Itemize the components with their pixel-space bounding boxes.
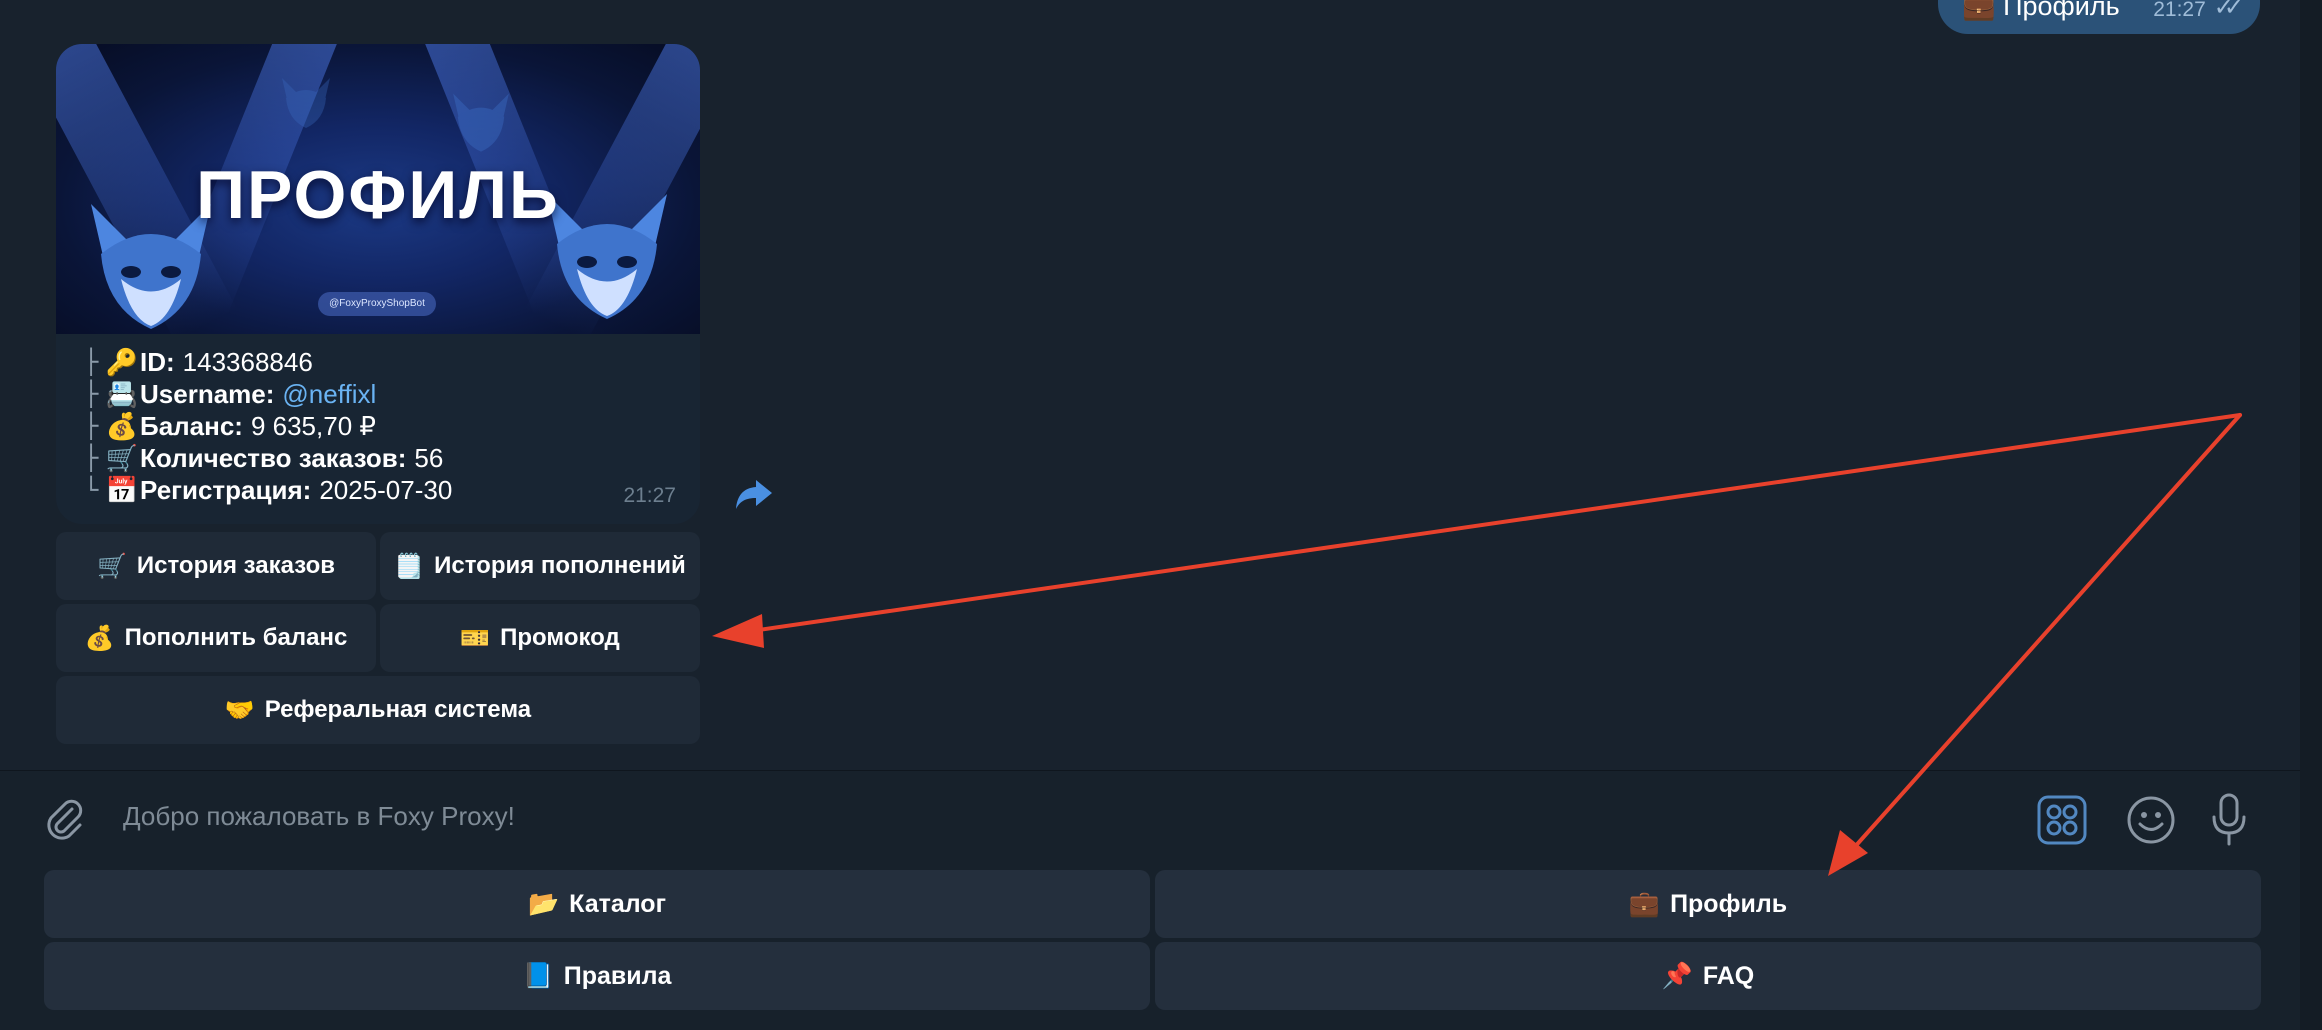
referral-system-button[interactable]: 🤝 Реферальная система — [56, 676, 700, 744]
info-value: 56 — [414, 442, 444, 473]
order-history-button[interactable]: 🛒 История заказов — [56, 532, 376, 600]
info-row-orders: ├ 🛒 Количество заказов: 56 — [84, 442, 684, 474]
outgoing-message-time: 21:27 — [2153, 0, 2206, 21]
promo-code-button[interactable]: 🎫 Промокод — [380, 604, 700, 672]
outgoing-message-text: 💼 Профиль — [1962, 0, 2120, 21]
microphone-icon[interactable] — [2209, 793, 2249, 847]
blue-book-icon: 📘 — [522, 961, 554, 990]
outgoing-message[interactable]: 💼 Профиль 21:27 ✓✓ — [1938, 0, 2260, 34]
button-label: Правила — [563, 961, 672, 990]
banner-bot-tag: @FoxyProxyShopBot — [318, 292, 436, 316]
incoming-message[interactable]: ПРОФИЛЬ @FoxyProxyShopBot ├ 🔑 ID: 143368… — [56, 44, 700, 524]
profile-banner-image[interactable]: ПРОФИЛЬ @FoxyProxyShopBot — [56, 44, 700, 334]
message-input[interactable]: Добро пожаловать в Foxy Proxy! — [123, 801, 515, 832]
tree-branch: ├ — [84, 380, 99, 408]
briefcase-icon: 💼 — [1628, 889, 1661, 918]
read-ticks-icon: ✓✓ — [2213, 0, 2244, 21]
money-bag-icon: 💰 — [84, 624, 115, 652]
tree-branch: └ — [84, 476, 99, 504]
ticket-icon: 🎫 — [460, 624, 491, 652]
shopping-cart-icon: 🛒 — [105, 442, 139, 473]
tree-branch: ├ — [84, 444, 99, 472]
info-row-balance: ├ 💰 Баланс: 9 635,70 ₽ — [84, 410, 684, 442]
fox-silhouette-icon — [453, 93, 509, 152]
catalog-button[interactable]: 📂 Каталог — [44, 870, 1150, 938]
scrollbar[interactable] — [2300, 0, 2322, 1030]
paperclip-attach-icon[interactable] — [40, 795, 88, 843]
info-value: 143368846 — [182, 346, 313, 377]
reply-keyboard: 📂 Каталог 💼 Профиль 📘 Правила 📌 FAQ — [0, 866, 2300, 1030]
info-row-username: ├ 📇 Username: @neffixl — [84, 378, 684, 410]
forward-share-icon[interactable] — [734, 474, 774, 514]
key-icon: 🔑 — [105, 346, 139, 377]
folder-icon: 📂 — [528, 889, 560, 918]
topup-balance-button[interactable]: 💰 Пополнить баланс — [56, 604, 376, 672]
money-bag-icon: 💰 — [105, 410, 139, 441]
faq-button[interactable]: 📌 FAQ — [1155, 942, 2261, 1010]
username-link[interactable]: @neffixl — [282, 379, 376, 410]
button-label: Реферальная система — [264, 696, 532, 723]
handshake-icon: 🤝 — [224, 696, 255, 724]
info-value: 9 635,70 ₽ — [250, 410, 376, 441]
button-label: Пополнить баланс — [124, 624, 348, 651]
pushpin-icon: 📌 — [1661, 961, 1693, 990]
button-label: FAQ — [1702, 961, 1755, 990]
fox-silhouette-icon — [282, 78, 330, 128]
info-label: Username: — [140, 378, 275, 409]
notepad-icon: 🗒️ — [394, 552, 425, 580]
topup-history-button[interactable]: 🗒️ История пополнений — [380, 532, 700, 600]
info-label: Регистрация: — [140, 474, 312, 505]
info-value: 2025-07-30 — [319, 474, 453, 505]
profile-button[interactable]: 💼 Профиль — [1155, 870, 2261, 938]
message-composer: Добро пожаловать в Foxy Proxy! — [0, 770, 2300, 866]
info-label: ID: — [140, 346, 175, 377]
card-index-icon: 📇 — [105, 378, 139, 409]
button-label: История заказов — [136, 552, 336, 579]
info-label: Количество заказов: — [140, 442, 407, 473]
button-label: История пополнений — [434, 552, 686, 579]
rules-button[interactable]: 📘 Правила — [44, 942, 1150, 1010]
info-row-registration: └ 📅 Регистрация: 2025-07-30 — [84, 474, 684, 506]
info-row-id: ├ 🔑 ID: 143368846 — [84, 346, 684, 378]
tree-branch: ├ — [84, 348, 99, 376]
button-label: Профиль — [1670, 889, 1788, 918]
profile-info: ├ 🔑 ID: 143368846 ├ 📇 Username: @neffixl… — [84, 346, 684, 506]
telegram-window: 💼 Профиль 21:27 ✓✓ ПРОФИЛЬ @FoxyProxySho… — [0, 0, 2322, 1030]
button-label: Каталог — [569, 889, 666, 918]
chat-area[interactable]: 💼 Профиль 21:27 ✓✓ ПРОФИЛЬ @FoxyProxySho… — [0, 0, 2300, 768]
tree-branch: ├ — [84, 412, 99, 440]
bot-keyboard-toggle-icon[interactable] — [2037, 795, 2087, 845]
emoji-smile-icon[interactable] — [2126, 795, 2176, 845]
calendar-icon: 📅 — [105, 474, 139, 505]
banner-title: ПРОФИЛЬ — [196, 157, 560, 233]
info-label: Баланс: — [140, 410, 243, 441]
button-label: Промокод — [500, 624, 620, 651]
shopping-cart-icon: 🛒 — [96, 552, 127, 580]
incoming-message-time: 21:27 — [623, 484, 676, 507]
